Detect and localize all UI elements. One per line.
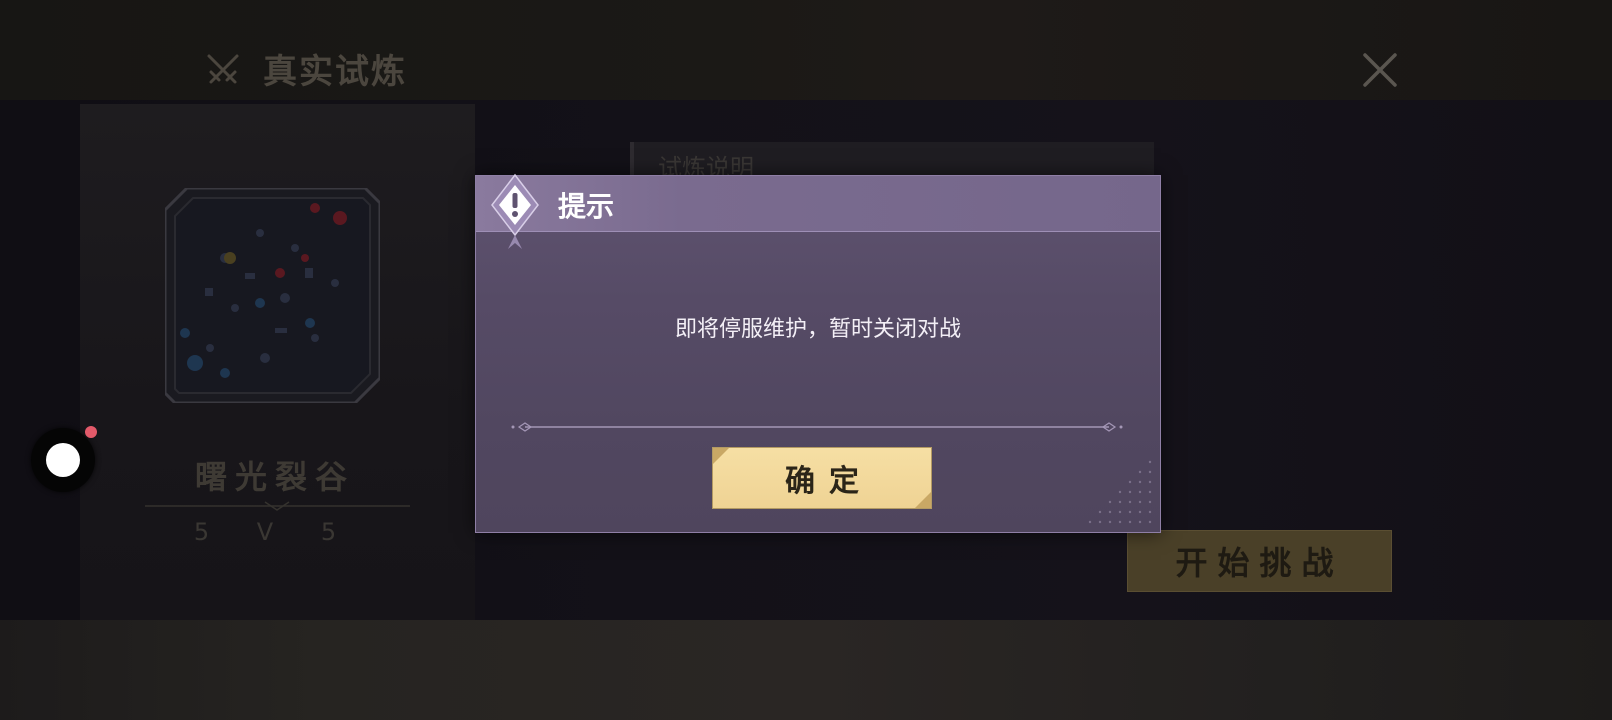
floating-button-dot (46, 443, 80, 477)
alert-icon (491, 173, 539, 249)
decorative-dots (1088, 460, 1152, 524)
dialog-header: 提示 (476, 176, 1160, 232)
button-corner-top-left (713, 448, 729, 464)
page-title: 真实试炼 (263, 52, 407, 92)
map-name-divider (145, 501, 410, 511)
dialog-title: 提示 (558, 190, 615, 223)
top-bar: 真实试炼 (0, 0, 1612, 100)
map-name: 曙光裂谷 (194, 458, 355, 496)
game-screen: 真实试炼 曙光裂谷 5 V 5 试炼说明 开始挑战 提示 即将停服维护，暂时关闭… (0, 0, 1612, 720)
floating-record-button[interactable] (31, 428, 95, 492)
notice-dialog: 提示 即将停服维护，暂时关闭对战 确定 (475, 175, 1161, 533)
map-mode: 5 V 5 (193, 518, 357, 546)
bottom-strip (0, 620, 1612, 720)
confirm-label: 确定 (785, 464, 873, 499)
map-thumbnail[interactable] (165, 188, 380, 403)
button-corner-bottom-right (915, 492, 931, 508)
start-challenge-label: 开始挑战 (1175, 544, 1344, 582)
dialog-message: 即将停服维护，暂时关闭对战 (674, 317, 961, 342)
crossed-swords-icon (207, 54, 239, 84)
confirm-button[interactable]: 确定 (712, 447, 932, 509)
start-challenge-button[interactable]: 开始挑战 (1127, 530, 1392, 592)
notification-dot (85, 426, 97, 438)
close-icon[interactable] (1360, 50, 1400, 90)
dialog-divider (511, 422, 1123, 432)
